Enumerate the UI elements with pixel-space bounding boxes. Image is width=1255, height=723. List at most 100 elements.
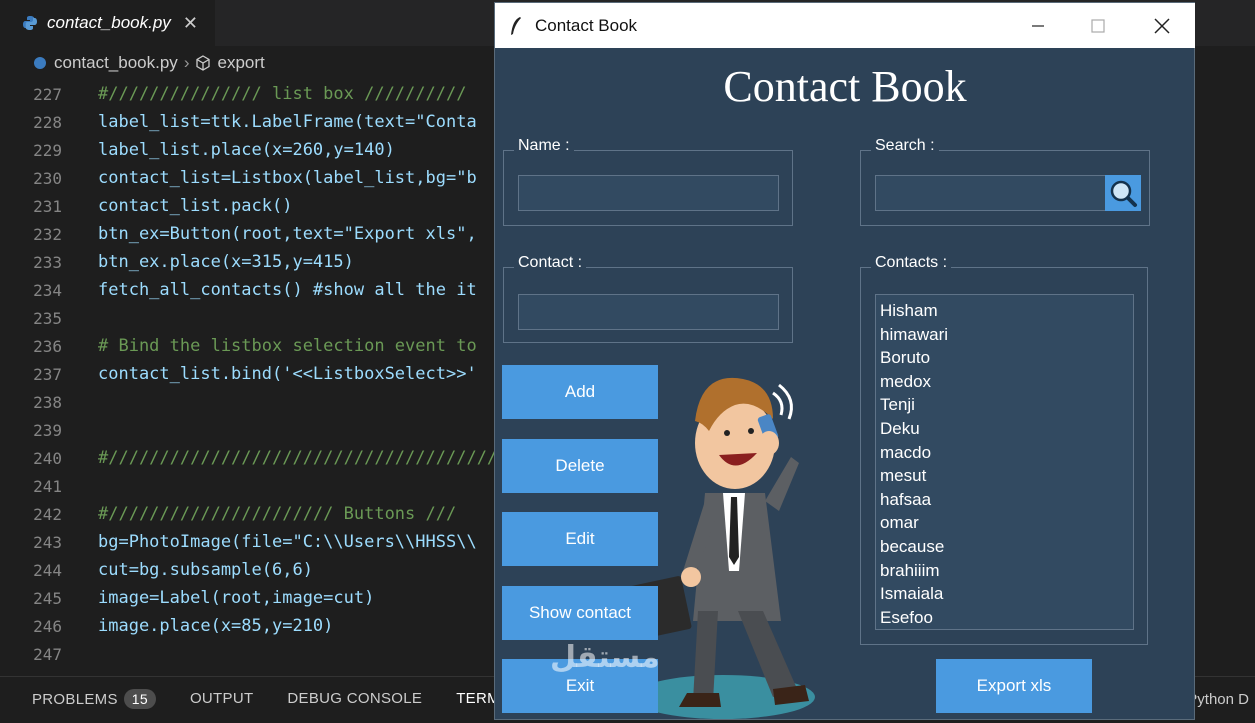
line-number: 232: [33, 224, 62, 244]
code-line[interactable]: 231 contact_list.pack(): [0, 192, 292, 220]
list-item[interactable]: Esefoo: [880, 606, 1133, 630]
list-item[interactable]: mesut: [880, 464, 1133, 488]
search-button[interactable]: [1105, 175, 1141, 211]
list-item[interactable]: Tenji: [880, 393, 1133, 417]
list-item[interactable]: Hisham: [880, 299, 1133, 323]
maximize-icon[interactable]: [1073, 3, 1123, 48]
python-file-icon: [32, 55, 48, 71]
code-line[interactable]: 242 #////////////////////// Buttons ///: [0, 500, 456, 528]
line-number: 247: [33, 644, 62, 664]
line-number: 238: [33, 392, 62, 412]
list-item[interactable]: because: [880, 535, 1133, 559]
search-frame: Search :: [860, 137, 1150, 226]
search-input[interactable]: [875, 175, 1106, 211]
code-line[interactable]: 232 btn_ex=Button(root,text="Export xls",: [0, 220, 477, 248]
show-contact-button[interactable]: Show contact: [502, 586, 658, 640]
code-text: # Bind the listbox selection event to: [98, 336, 477, 356]
add-button[interactable]: Add: [502, 365, 658, 419]
delete-button[interactable]: Delete: [502, 439, 658, 493]
close-icon[interactable]: [1137, 3, 1187, 48]
code-line[interactable]: 228 label_list=ttk.LabelFrame(text="Conta: [0, 108, 477, 136]
code-line[interactable]: 241: [0, 472, 62, 500]
list-item[interactable]: brahiiim: [880, 559, 1133, 583]
code-line[interactable]: 240 #////////////////////////////////////…: [0, 444, 497, 472]
line-number: 228: [33, 112, 62, 132]
list-item[interactable]: Deku: [880, 417, 1133, 441]
line-number: 231: [33, 196, 62, 216]
code-text: #/////////////// list box //////////: [98, 84, 467, 104]
code-text: image.place(x=85,y=210): [98, 616, 334, 636]
tab-output[interactable]: OUTPUT: [190, 690, 253, 707]
code-text: btn_ex=Button(root,text="Export xls",: [98, 224, 477, 244]
code-text: bg=PhotoImage(file="C:\\Users\\HHSS\\: [98, 532, 477, 552]
name-frame: Name :: [503, 137, 793, 226]
minimize-icon[interactable]: [1013, 3, 1063, 48]
tab-problems[interactable]: PROBLEMS 15: [32, 688, 156, 709]
line-number: 234: [33, 280, 62, 300]
code-line[interactable]: 247: [0, 640, 62, 668]
close-icon[interactable]: ✕: [183, 13, 198, 34]
code-line[interactable]: 234 fetch_all_contacts() #show all the it: [0, 276, 477, 304]
line-number: 246: [33, 616, 62, 636]
code-line[interactable]: 244 cut=bg.subsample(6,6): [0, 556, 313, 584]
line-number: 242: [33, 504, 62, 524]
list-item[interactable]: macdo: [880, 441, 1133, 465]
line-number: 240: [33, 448, 62, 468]
code-text: contact_list=Listbox(label_list,bg="b: [98, 168, 477, 188]
line-number: 227: [33, 84, 62, 104]
code-line[interactable]: 245 image=Label(root,image=cut): [0, 584, 374, 612]
list-item[interactable]: medox: [880, 370, 1133, 394]
line-number: 229: [33, 140, 62, 160]
code-line[interactable]: 235: [0, 304, 62, 332]
code-line[interactable]: 237 contact_list.bind('<<ListboxSelect>>': [0, 360, 477, 388]
contact-frame: Contact :: [503, 254, 793, 343]
code-line[interactable]: 229 label_list.place(x=260,y=140): [0, 136, 395, 164]
contact-label: Contact :: [514, 254, 587, 272]
code-text: #////////////////////// Buttons ///: [98, 504, 457, 524]
problems-count-badge: 15: [123, 688, 156, 709]
line-number: 237: [33, 364, 62, 384]
code-text: contact_list.pack(): [98, 196, 293, 216]
line-number: 239: [33, 420, 62, 440]
edit-button[interactable]: Edit: [502, 512, 658, 566]
breadcrumb-file[interactable]: contact_book.py: [54, 53, 178, 73]
cube-icon: [195, 55, 211, 71]
tab-label: contact_book.py: [47, 13, 171, 32]
status-python[interactable]: Python D: [1187, 677, 1255, 721]
list-item[interactable]: omar: [880, 511, 1133, 535]
code-text: cut=bg.subsample(6,6): [98, 560, 313, 580]
window-title: Contact Book: [535, 15, 638, 35]
line-number: 245: [33, 588, 62, 608]
contact-input[interactable]: [518, 294, 779, 330]
search-icon: [1110, 180, 1137, 207]
code-text: #//////////////////////////////////////: [98, 448, 498, 468]
code-text: btn_ex.place(x=315,y=415): [98, 252, 354, 272]
code-text: contact_list.bind('<<ListboxSelect>>': [98, 364, 477, 384]
python-file-icon: [22, 15, 38, 31]
code-line[interactable]: 227 #/////////////// list box //////////: [0, 80, 466, 108]
tab-contact-book[interactable]: contact_book.py ✕: [0, 0, 215, 46]
code-line[interactable]: 236 # Bind the listbox selection event to: [0, 332, 477, 360]
code-line[interactable]: 233 btn_ex.place(x=315,y=415): [0, 248, 354, 276]
app-heading: Contact Book: [723, 62, 967, 111]
code-line[interactable]: 243 bg=PhotoImage(file="C:\\Users\\HHSS\\: [0, 528, 477, 556]
code-line[interactable]: 238: [0, 388, 62, 416]
code-text: label_list=ttk.LabelFrame(text="Conta: [98, 112, 477, 132]
contacts-listbox[interactable]: Hisham himawari Boruto medox Tenji Deku macdo m…: [875, 294, 1134, 630]
export-xls-button[interactable]: Export xls: [936, 659, 1092, 713]
line-number: 243: [33, 532, 62, 552]
code-text: fetch_all_contacts() #show all the it: [98, 280, 477, 300]
chevron-right-icon: ›: [183, 53, 190, 72]
line-number: 233: [33, 252, 62, 272]
tab-debug-console[interactable]: DEBUG CONSOLE: [287, 690, 422, 707]
code-line[interactable]: 230 contact_list=Listbox(label_list,bg="b: [0, 164, 477, 192]
name-input[interactable]: [518, 175, 779, 211]
list-item[interactable]: Boruto: [880, 346, 1133, 370]
contacts-frame: Contacts : Hisham himawari Boruto medox Tenj…: [860, 254, 1148, 645]
list-item[interactable]: Ismaiala: [880, 582, 1133, 606]
list-item[interactable]: himawari: [880, 323, 1133, 347]
breadcrumb-symbol[interactable]: export: [217, 53, 264, 73]
code-line[interactable]: 239: [0, 416, 62, 444]
list-item[interactable]: hafsaa: [880, 488, 1133, 512]
code-line[interactable]: 246 image.place(x=85,y=210): [0, 612, 333, 640]
